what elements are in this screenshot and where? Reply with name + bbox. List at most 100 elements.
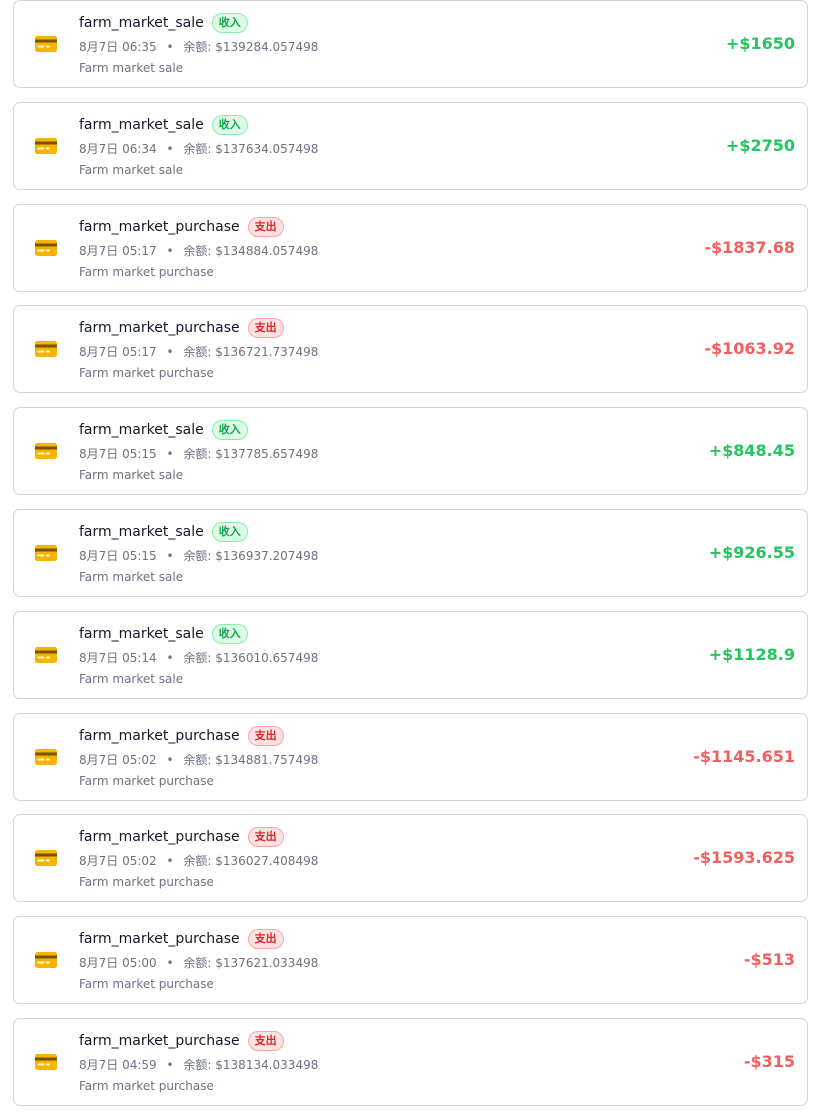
separator-dot: • — [166, 753, 174, 767]
title-row: farm_market_sale 收入 — [79, 622, 248, 646]
balance-label: 余额: — [183, 956, 212, 970]
type-badge: 支出 — [247, 827, 284, 847]
balance-label: 余额: — [183, 549, 212, 563]
balance-label: 余额: — [183, 244, 212, 258]
transaction-time: 8月7日 06:34 — [79, 142, 157, 156]
credit-card-icon — [34, 31, 58, 57]
transaction-meta: 8月7日 05:17 • 余额: $134884.057498 — [79, 243, 318, 259]
transaction-type: farm_market_purchase — [79, 931, 240, 947]
transaction-time: 8月7日 05:17 — [79, 345, 157, 359]
balance-value: $139284.057498 — [215, 40, 319, 54]
transaction-type: farm_market_sale — [79, 15, 204, 31]
credit-card-icon — [34, 438, 58, 464]
transaction-card[interactable]: farm_market_purchase 支出 8月7日 05:02 • 余额:… — [13, 814, 808, 902]
balance-value: $136027.408498 — [215, 854, 319, 868]
transaction-description: Farm market sale — [79, 672, 184, 686]
type-badge: 支出 — [247, 1031, 284, 1051]
balance-value: $137785.657498 — [215, 447, 319, 461]
transaction-description: Farm market sale — [79, 570, 184, 584]
transaction-meta: 8月7日 04:59 • 余额: $138134.033498 — [79, 1057, 318, 1073]
transaction-time: 8月7日 05:00 — [79, 956, 157, 970]
transaction-description: Farm market purchase — [79, 366, 214, 380]
transaction-description: Farm market purchase — [79, 977, 214, 991]
separator-dot: • — [166, 40, 174, 54]
transaction-meta: 8月7日 05:15 • 余额: $137785.657498 — [79, 446, 318, 462]
balance-value: $136010.657498 — [215, 651, 319, 665]
balance-value: $138134.033498 — [215, 1058, 319, 1072]
transaction-amount: -$1593.625 — [693, 848, 795, 867]
type-badge: 收入 — [211, 624, 248, 644]
credit-card-icon — [34, 235, 58, 261]
transaction-type: farm_market_sale — [79, 117, 204, 133]
type-badge: 收入 — [211, 522, 248, 542]
transaction-card[interactable]: farm_market_sale 收入 8月7日 05:15 • 余额: $13… — [13, 509, 808, 597]
transaction-time: 8月7日 05:14 — [79, 651, 157, 665]
transaction-type: farm_market_purchase — [79, 829, 240, 845]
balance-value: $136937.207498 — [215, 549, 319, 563]
separator-dot: • — [166, 244, 174, 258]
transaction-time: 8月7日 04:59 — [79, 1058, 157, 1072]
transaction-amount: -$1837.68 — [704, 238, 795, 257]
transaction-amount: +$2750 — [725, 136, 795, 155]
transaction-meta: 8月7日 05:02 • 余额: $134881.757498 — [79, 752, 318, 768]
transaction-description: Farm market sale — [79, 61, 184, 75]
balance-label: 余额: — [183, 345, 212, 359]
balance-label: 余额: — [183, 753, 212, 767]
title-row: farm_market_purchase 支出 — [79, 215, 284, 239]
title-row: farm_market_sale 收入 — [79, 11, 248, 35]
balance-value: $137634.057498 — [215, 142, 319, 156]
transaction-card[interactable]: farm_market_purchase 支出 8月7日 05:00 • 余额:… — [13, 916, 808, 1004]
credit-card-icon — [34, 642, 58, 668]
credit-card-icon — [34, 336, 58, 362]
title-row: farm_market_purchase 支出 — [79, 724, 284, 748]
type-badge: 收入 — [211, 13, 248, 33]
separator-dot: • — [166, 345, 174, 359]
balance-value: $136721.737498 — [215, 345, 319, 359]
transaction-description: Farm market purchase — [79, 1079, 214, 1093]
transaction-amount: +$848.45 — [708, 441, 795, 460]
transaction-card[interactable]: farm_market_purchase 支出 8月7日 05:17 • 余额:… — [13, 204, 808, 292]
transaction-time: 8月7日 05:02 — [79, 854, 157, 868]
transaction-card[interactable]: farm_market_sale 收入 8月7日 06:35 • 余额: $13… — [13, 0, 808, 88]
transaction-type: farm_market_sale — [79, 626, 204, 642]
title-row: farm_market_sale 收入 — [79, 418, 248, 442]
transaction-list: farm_market_sale 收入 8月7日 06:35 • 余额: $13… — [0, 0, 814, 1115]
transaction-type: farm_market_purchase — [79, 728, 240, 744]
transaction-card[interactable]: farm_market_purchase 支出 8月7日 05:02 • 余额:… — [13, 713, 808, 801]
type-badge: 支出 — [247, 929, 284, 949]
transaction-description: Farm market sale — [79, 163, 184, 177]
type-badge: 支出 — [247, 318, 284, 338]
transaction-amount: -$1063.92 — [704, 339, 795, 358]
transaction-amount: -$513 — [743, 950, 795, 969]
transaction-type: farm_market_purchase — [79, 320, 240, 336]
transaction-type: farm_market_purchase — [79, 1033, 240, 1049]
separator-dot: • — [166, 447, 174, 461]
transaction-amount: -$1145.651 — [693, 747, 795, 766]
balance-label: 余额: — [183, 447, 212, 461]
balance-label: 余额: — [183, 40, 212, 54]
transaction-amount: -$315 — [743, 1052, 795, 1071]
type-badge: 支出 — [247, 726, 284, 746]
transaction-card[interactable]: farm_market_sale 收入 8月7日 06:34 • 余额: $13… — [13, 102, 808, 190]
transaction-card[interactable]: farm_market_sale 收入 8月7日 05:14 • 余额: $13… — [13, 611, 808, 699]
transaction-time: 8月7日 05:02 — [79, 753, 157, 767]
transaction-meta: 8月7日 06:35 • 余额: $139284.057498 — [79, 39, 318, 55]
transaction-type: farm_market_purchase — [79, 219, 240, 235]
credit-card-icon — [34, 133, 58, 159]
credit-card-icon — [34, 947, 58, 973]
title-row: farm_market_purchase 支出 — [79, 1029, 284, 1053]
balance-label: 余额: — [183, 651, 212, 665]
transaction-amount: +$1650 — [725, 34, 795, 53]
transaction-card[interactable]: farm_market_purchase 支出 8月7日 04:59 • 余额:… — [13, 1018, 808, 1106]
separator-dot: • — [166, 651, 174, 665]
credit-card-icon — [34, 744, 58, 770]
transaction-meta: 8月7日 05:02 • 余额: $136027.408498 — [79, 853, 318, 869]
type-badge: 收入 — [211, 115, 248, 135]
transaction-description: Farm market purchase — [79, 774, 214, 788]
title-row: farm_market_sale 收入 — [79, 520, 248, 544]
transaction-amount: +$1128.9 — [708, 645, 795, 664]
title-row: farm_market_purchase 支出 — [79, 825, 284, 849]
credit-card-icon — [34, 540, 58, 566]
transaction-card[interactable]: farm_market_purchase 支出 8月7日 05:17 • 余额:… — [13, 305, 808, 393]
transaction-card[interactable]: farm_market_sale 收入 8月7日 05:15 • 余额: $13… — [13, 407, 808, 495]
